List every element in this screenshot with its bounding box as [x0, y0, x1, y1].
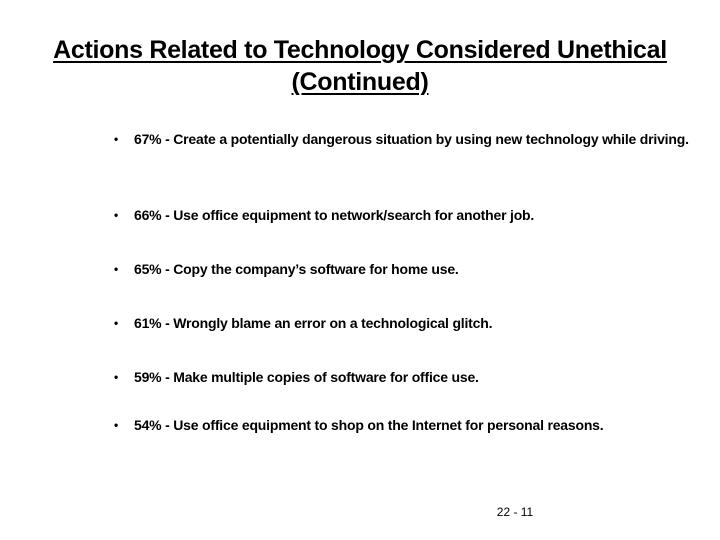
bullet-item: • 65% - Copy the company’s software for … — [114, 258, 694, 280]
bullet-icon: • — [114, 208, 119, 222]
bullet-icon: • — [114, 132, 119, 146]
bullet-item: • 61% - Wrongly blame an error on a tech… — [114, 312, 694, 334]
bullet-percent: 65% — [134, 261, 162, 277]
bullet-percent: 54% — [134, 417, 162, 433]
bullet-text: - Create a potentially dangerous situati… — [161, 131, 689, 147]
bullet-percent: 61% — [134, 315, 162, 331]
bullet-item: • 67% - Create a potentially dangerous s… — [114, 128, 694, 150]
bullet-text: - Copy the company’s software for home u… — [161, 261, 459, 277]
bullet-icon: • — [114, 262, 119, 276]
slide-title-line-2: (Continued) — [291, 68, 429, 96]
bullet-item: • 54% - Use office equipment to shop on … — [114, 414, 714, 436]
bullet-percent: 67% — [134, 131, 162, 147]
bullet-icon: • — [114, 370, 119, 384]
bullet-text: - Use office equipment to network/search… — [161, 207, 535, 223]
bullet-percent: 59% — [134, 369, 162, 385]
bullet-item: • 59% - Make multiple copies of software… — [114, 366, 694, 388]
bullet-icon: • — [114, 316, 119, 330]
bullet-text: - Make multiple copies of software for o… — [161, 369, 479, 385]
slide-title-line-1: Actions Related to Technology Considered… — [53, 36, 667, 64]
bullet-icon: • — [114, 418, 119, 432]
page-number: 22 - 11 — [496, 505, 534, 519]
bullet-text: - Use office equipment to shop on the In… — [161, 417, 604, 433]
slide-title: Actions Related to Technology Considered… — [0, 34, 720, 98]
bullet-text: - Wrongly blame an error on a technologi… — [161, 315, 493, 331]
bullet-item: • 66% - Use office equipment to network/… — [114, 204, 694, 226]
bullet-percent: 66% — [134, 207, 162, 223]
